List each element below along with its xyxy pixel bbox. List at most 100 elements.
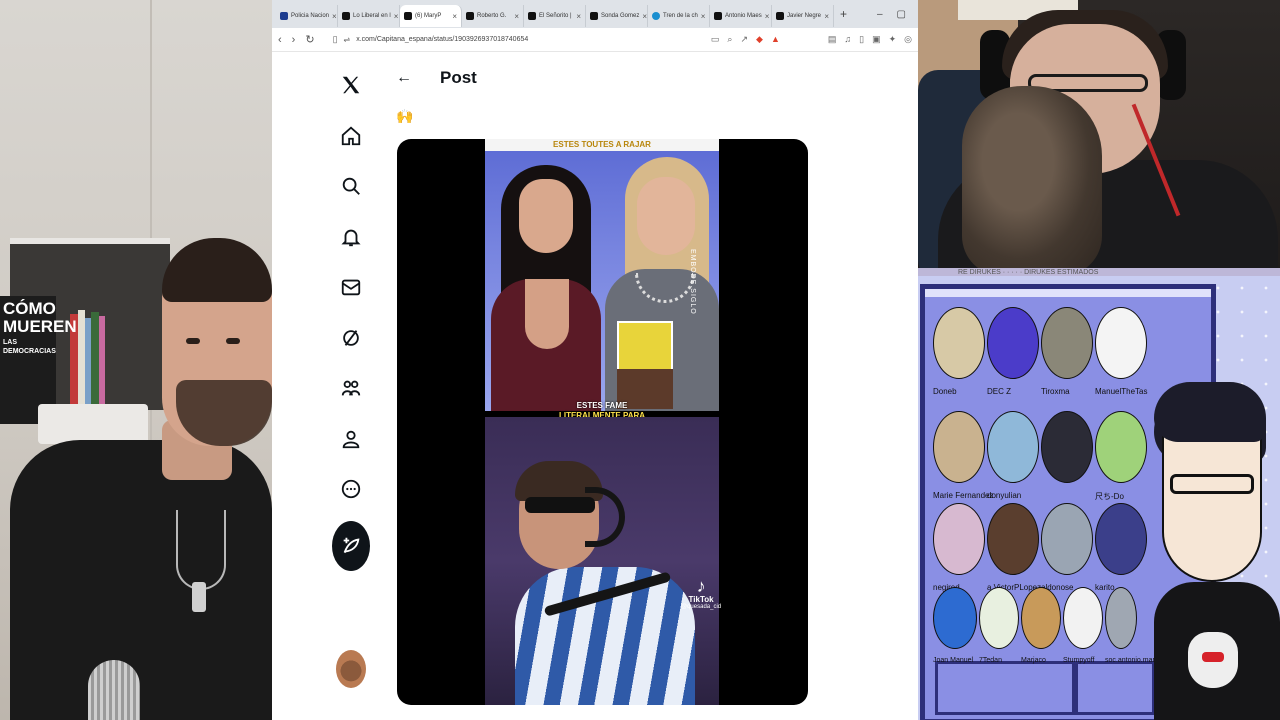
supporter-name: soc.antonio.marin (1105, 657, 1161, 664)
close-icon[interactable]: × (824, 12, 829, 21)
browser-tab[interactable]: Javier Negre × (772, 5, 834, 27)
x-logo-icon (776, 12, 784, 20)
browser-tab-active[interactable]: (6) MaryP × (400, 5, 462, 27)
x-logo-icon (528, 12, 536, 20)
close-icon[interactable]: × (576, 12, 581, 21)
avatar (1105, 587, 1137, 649)
close-icon[interactable]: × (332, 12, 337, 21)
video-caption-top: ESTES TOUTES A RAJAR (485, 139, 719, 151)
tab-bar: Policia Nacion × Lo Liberal en l × (6) Mar… (272, 0, 918, 28)
close-icon[interactable]: × (394, 12, 399, 21)
search-icon[interactable] (332, 167, 370, 205)
webcam-right: RE DIRUKES · · · · · DIRUKES ESTIMADOS (918, 0, 1280, 276)
rewards-icon[interactable]: ▲ (771, 34, 780, 45)
notifications-bell-icon[interactable] (332, 218, 370, 256)
maximize-icon[interactable]: ▢ (897, 9, 906, 20)
home-icon[interactable] (332, 117, 370, 155)
supporter-name: Marjaco (1021, 657, 1046, 664)
overlay-strip: RE DIRUKES · · · · · DIRUKES ESTIMADOS (918, 268, 1280, 276)
cartoon-mascot-glasses (1170, 474, 1254, 494)
grok-icon[interactable] (332, 319, 370, 357)
avatar (987, 307, 1039, 379)
reload-icon[interactable]: ↻ (305, 33, 314, 46)
close-icon[interactable]: × (642, 12, 647, 21)
bookmark-icon[interactable]: ▯ (333, 34, 338, 45)
avatar (987, 503, 1039, 575)
menu-icon[interactable]: ◎ (904, 34, 912, 45)
microphone (88, 660, 140, 720)
wallet-icon[interactable]: ▣ (872, 34, 881, 45)
tab-label: Policia Nacion (291, 13, 330, 19)
site-info-icon[interactable]: ⇌ (344, 35, 351, 44)
tiktok-watermark: ♪ TikTok @quesada_cid (681, 577, 721, 610)
extension-bar: ▭ ⌕ ↗ ◆ ▲ ▤ ♫ ▯ ▣ ✦ ◎ (711, 34, 912, 45)
extensions-icon[interactable]: ✦ (889, 34, 897, 45)
tab-label: Roberto G. (477, 13, 507, 19)
browser-tab[interactable]: Antonio Maes × (710, 5, 772, 27)
cast-icon[interactable]: ▭ (711, 34, 720, 45)
browser-tab[interactable]: El Señorito | × (524, 5, 586, 27)
browser-tab[interactable]: Sonda Gomez × (586, 5, 648, 27)
book-spine (78, 310, 85, 410)
more-icon[interactable] (332, 470, 370, 508)
messages-envelope-icon[interactable] (332, 268, 370, 306)
minimize-icon[interactable]: – (877, 9, 883, 20)
supporter-name: Stumpyoff (1063, 657, 1095, 664)
url-text: x.com/Capitana_espana/status/19039269370… (356, 36, 529, 43)
browser-tab[interactable]: Policia Nacion × (276, 5, 338, 27)
close-icon[interactable]: × (701, 12, 706, 21)
x-logo-icon[interactable] (332, 66, 370, 104)
browser-tab[interactable]: Lo Liberal en l × (338, 5, 400, 27)
supporter-avatar: karito (1095, 503, 1147, 592)
tab-label: Antonio Maes (725, 13, 762, 19)
x-logo-icon (466, 12, 474, 20)
tv-watermark: EMBODE.SIGLO (689, 249, 696, 315)
browser-window: Policia Nacion × Lo Liberal en l × (6) Mar… (272, 0, 918, 720)
browser-tab[interactable]: Tren de la ch × (648, 5, 710, 27)
post-header: ← Post (396, 68, 477, 88)
music-icon[interactable]: ♫ (844, 34, 851, 45)
address-bar: ‹ › ↻ ▯ ⇌ x.com/Capitana_espana/status/1… (272, 28, 918, 52)
tabs-icon[interactable]: ▯ (859, 34, 864, 45)
cartoon-mascot-shirt-logo (1188, 632, 1238, 688)
book-spine (99, 316, 105, 410)
supporter-avatar: ManuelTheTas (1095, 307, 1147, 396)
supporter-name: donyulian (987, 491, 1022, 500)
close-icon[interactable]: × (452, 12, 457, 21)
avatar (1041, 411, 1093, 483)
zoom-icon[interactable]: ⌕ (727, 34, 732, 45)
streamer-torso (10, 440, 272, 720)
streamer-hair (162, 238, 272, 302)
account-avatar[interactable] (336, 650, 366, 688)
avatar (933, 307, 985, 379)
communities-icon[interactable] (332, 369, 370, 407)
url-field[interactable]: ▯ ⇌ x.com/Capitana_espana/status/1903926… (325, 31, 701, 49)
supporter-avatar: a.VictorPLopez (987, 503, 1041, 592)
browser-tab[interactable]: Roberto G. × (462, 5, 524, 27)
feather-icon (332, 520, 370, 571)
sidebar-icon[interactable]: ▤ (828, 34, 837, 45)
close-icon[interactable]: × (514, 12, 519, 21)
tiktok-logo-icon: ♪ (696, 576, 706, 596)
supporter-avatar: Joan Manuel (933, 587, 977, 664)
supporter-avatar: 尺ち-Do (1095, 411, 1147, 501)
back-arrow-icon[interactable]: ← (396, 69, 412, 87)
stream-overlay-panel: Doneb DEC Z Tiroxma ManuelTheTas Marie F… (918, 276, 1280, 720)
forward-icon[interactable]: › (292, 34, 296, 46)
globe-icon (652, 12, 660, 20)
close-icon[interactable]: × (765, 12, 770, 21)
profile-icon[interactable] (332, 420, 370, 458)
share-icon[interactable]: ↗ (740, 34, 748, 45)
supporter-name: Marie Fernandez (933, 491, 994, 500)
compose-post-button[interactable] (332, 520, 370, 571)
video-player[interactable]: ESTES TOUTES A RAJAR EMBODE.SIGLO ESTES … (397, 139, 808, 705)
back-icon[interactable]: ‹ (278, 34, 282, 46)
tab-label: (6) MaryP (415, 13, 442, 19)
x-sidebar-nav (332, 66, 370, 571)
avatar (1095, 307, 1147, 379)
x-logo-icon (404, 12, 412, 20)
avatar (1021, 587, 1061, 649)
brave-shield-icon[interactable]: ◆ (756, 34, 763, 45)
new-tab-button[interactable]: + (834, 7, 853, 21)
supporter-avatar: soc.antonio.marin (1105, 587, 1160, 664)
